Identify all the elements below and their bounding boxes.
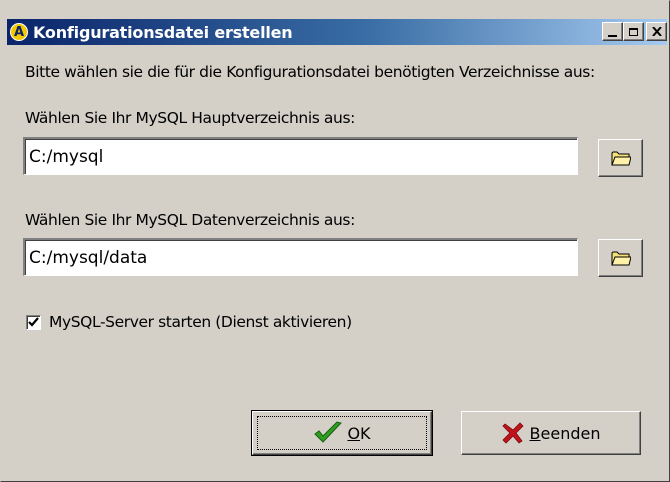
- minimize-button[interactable]: [602, 22, 623, 41]
- browse-data-dir-button[interactable]: [598, 239, 643, 277]
- start-server-label: MySQL-Server starten (Dienst aktivieren): [49, 313, 352, 331]
- checkmark-icon: [28, 317, 39, 327]
- green-checkmark-icon: [314, 421, 343, 443]
- browse-main-dir-button[interactable]: [598, 139, 643, 177]
- maximize-icon: [629, 27, 638, 36]
- exit-accelerator: B: [529, 423, 541, 443]
- app-logo-glyph: A: [13, 24, 25, 40]
- minimize-icon: [608, 34, 617, 37]
- window-title: Konfigurationsdatei erstellen: [33, 22, 293, 42]
- ok-button-content: OK: [313, 421, 371, 445]
- close-button[interactable]: [646, 22, 667, 41]
- start-server-checkbox[interactable]: [26, 314, 41, 330]
- ok-label: OK: [347, 424, 370, 443]
- data-dir-label: Wählen Sie Ihr MySQL Datenverzeichnis au…: [25, 211, 355, 229]
- ok-button[interactable]: OK: [251, 410, 433, 456]
- folder-icon: [610, 151, 631, 166]
- main-dir-label: Wählen Sie Ihr MySQL Hauptverzeichnis au…: [25, 109, 355, 127]
- data-dir-input[interactable]: C:/mysql/data: [23, 238, 578, 276]
- ok-label-rest: K: [360, 423, 371, 443]
- exit-button[interactable]: Beenden: [461, 411, 641, 455]
- config-dialog-window: A Konfigurationsdatei erstellen Bitte wä…: [0, 0, 670, 482]
- caption-buttons: [602, 22, 667, 41]
- start-server-option[interactable]: MySQL-Server starten (Dienst aktivieren): [26, 313, 352, 331]
- ok-accelerator: O: [347, 423, 361, 443]
- close-icon: [651, 27, 662, 36]
- exit-label-rest: eenden: [540, 423, 601, 443]
- title-bar[interactable]: A Konfigurationsdatei erstellen: [7, 19, 667, 45]
- intro-text: Bitte wählen sie die für die Konfigurati…: [25, 63, 595, 81]
- maximize-button[interactable]: [623, 22, 644, 41]
- exit-label: Beenden: [530, 424, 601, 443]
- folder-icon: [610, 251, 631, 266]
- red-x-icon: [501, 422, 524, 444]
- main-dir-input[interactable]: C:/mysql: [23, 137, 578, 175]
- exit-button-content: Beenden: [501, 422, 601, 444]
- app-logo-icon: A: [10, 23, 28, 41]
